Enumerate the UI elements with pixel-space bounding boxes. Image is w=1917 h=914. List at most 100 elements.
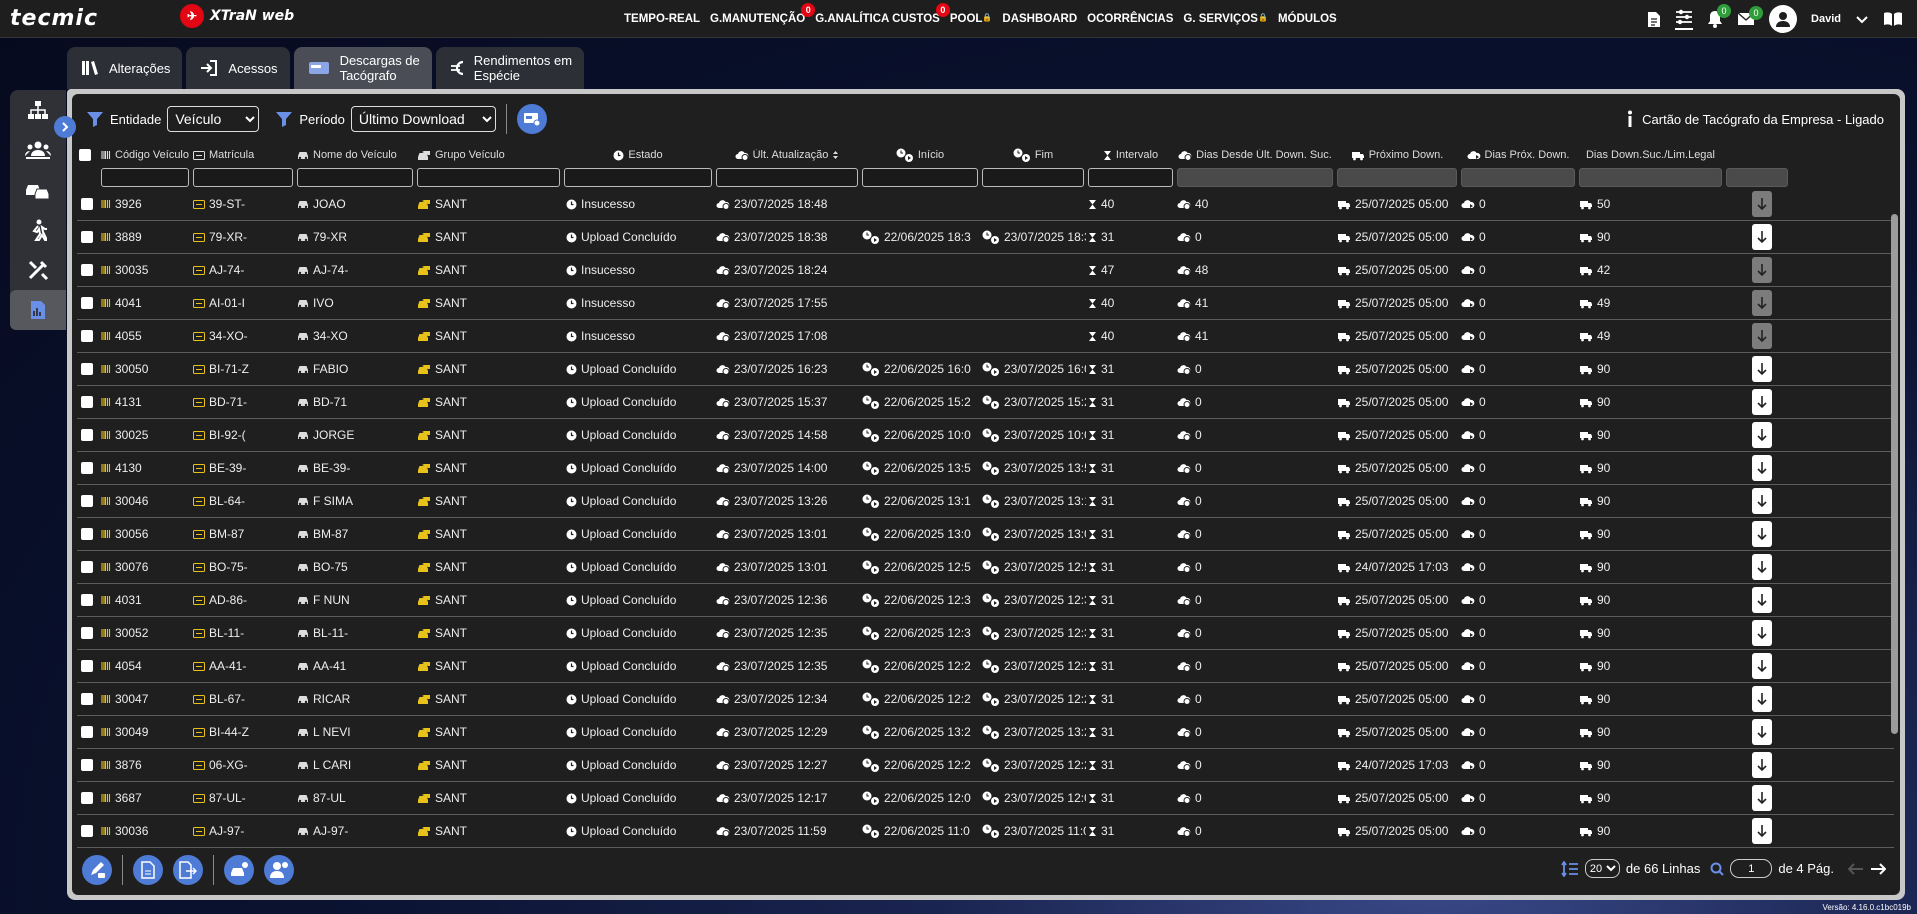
- checkbox[interactable]: [79, 149, 91, 161]
- table-row[interactable]: 30035 AJ-74- AJ-74- SANT Insucesso 23/07/2025…: [77, 254, 1894, 287]
- row-checkbox[interactable]: [81, 231, 93, 243]
- table-row[interactable]: 30047 BL-67- RICAR SANT Upload Concluído 23/0…: [77, 683, 1894, 716]
- nav-g-servi-os[interactable]: G. SERVIÇOS🔒: [1183, 13, 1268, 25]
- user-avatar[interactable]: [1769, 5, 1798, 33]
- table-row[interactable]: 30046 BL-64- F SIMA SANT Upload Concluído 23/…: [77, 485, 1894, 518]
- row-checkbox[interactable]: [81, 429, 93, 441]
- table-row[interactable]: 4130 BE-39- BE-39- SANT Upload Concluído 23/0…: [77, 452, 1894, 485]
- row-checkbox[interactable]: [81, 561, 93, 573]
- row-checkbox[interactable]: [81, 528, 93, 540]
- column-filter-input[interactable]: [1088, 167, 1173, 187]
- period-select[interactable]: Último Download: [350, 106, 496, 132]
- collapse-sidebar-button[interactable]: [54, 116, 76, 138]
- sidebar-item-vehicles[interactable]: [10, 170, 66, 210]
- row-checkbox[interactable]: [81, 198, 93, 210]
- table-row[interactable]: 4041 AI-01-I IVO SANT Insucesso 23/07/2025 17…: [77, 287, 1894, 320]
- sidebar-item-tools[interactable]: [10, 250, 66, 290]
- row-checkbox[interactable]: [81, 627, 93, 639]
- rows-per-page-select[interactable]: 20: [1584, 859, 1620, 878]
- download-button[interactable]: [1752, 587, 1772, 613]
- table-row[interactable]: 30050 BI-71-Z FABIO SANT Upload Concluído 23/…: [77, 353, 1894, 386]
- column-header[interactable]: Dias Down.Suc./Lim.Legal: [1577, 149, 1724, 161]
- driver-link-button[interactable]: [264, 855, 294, 885]
- table-row[interactable]: 30076 BO-75- BO-75 SANT Upload Concluído 23/0…: [77, 551, 1894, 584]
- table-row[interactable]: 30052 BL-11- BL-11- SANT Upload Concluído 23/…: [77, 617, 1894, 650]
- row-checkbox[interactable]: [81, 726, 93, 738]
- nav-m-dulos[interactable]: MÓDULOS: [1278, 13, 1337, 25]
- messages-mail-icon[interactable]: 0: [1737, 6, 1764, 26]
- download-button[interactable]: [1752, 554, 1772, 580]
- table-row[interactable]: 4031 AD-86- F NUN SANT Upload Concluído 23/07…: [77, 584, 1894, 617]
- row-checkbox[interactable]: [81, 330, 93, 342]
- table-scrollbar[interactable]: [1891, 214, 1898, 734]
- table-row[interactable]: 3876 06-XG- L CARI SANT Upload Concluído 23/0…: [77, 749, 1894, 782]
- column-header[interactable]: Início: [860, 148, 980, 162]
- column-filter-input[interactable]: [862, 167, 978, 187]
- download-button[interactable]: [1752, 356, 1772, 382]
- user-menu-chevron-icon[interactable]: [1855, 14, 1869, 24]
- column-header[interactable]: Matrícula: [191, 149, 295, 161]
- column-header[interactable]: Fim: [980, 148, 1086, 162]
- nav-ocorr-ncias[interactable]: OCORRÊNCIAS: [1087, 13, 1173, 25]
- column-filter-input[interactable]: [417, 167, 560, 187]
- nav-pool[interactable]: POOL🔒: [950, 13, 993, 25]
- row-checkbox[interactable]: [81, 297, 93, 309]
- table-row[interactable]: 30025 BI-92-(JORGE SANT Upload Concluído 23/…: [77, 419, 1894, 452]
- row-checkbox[interactable]: [81, 660, 93, 672]
- table-row[interactable]: 4131 BD-71- BD-71 SANT Upload Concluído 23/07…: [77, 386, 1894, 419]
- download-button[interactable]: [1752, 719, 1772, 745]
- row-checkbox[interactable]: [81, 825, 93, 837]
- tab-tachograph-downloads[interactable]: Descargas de Tacógrafo: [293, 47, 432, 89]
- vehicle-link-button[interactable]: [224, 855, 254, 885]
- download-button[interactable]: [1752, 455, 1772, 481]
- row-checkbox[interactable]: [81, 792, 93, 804]
- column-filter-input[interactable]: [297, 167, 413, 187]
- tab-changes[interactable]: Alterações: [67, 47, 183, 89]
- column-header[interactable]: Estado: [562, 149, 714, 161]
- download-button[interactable]: [1752, 422, 1772, 448]
- download-button[interactable]: [1752, 818, 1772, 844]
- download-button[interactable]: [1752, 653, 1772, 679]
- table-row[interactable]: 30056 BM-87 BM-87 SANT Upload Concluído 23/07…: [77, 518, 1894, 551]
- sidebar-item-person-walking[interactable]: [10, 210, 66, 250]
- tachograph-card-button[interactable]: [516, 104, 547, 134]
- download-button[interactable]: [1752, 224, 1772, 250]
- select-all-checkbox[interactable]: [77, 149, 99, 161]
- download-button[interactable]: [1752, 488, 1772, 514]
- nav-g-manuten-o[interactable]: G.MANUTENÇÃO 0: [710, 3, 816, 25]
- column-header[interactable]: Nome do Veículo: [295, 149, 415, 161]
- table-row[interactable]: 3926 39-ST- JOAO SANT Insucesso 23/07/2025 18…: [77, 188, 1894, 221]
- previous-page-arrow-icon[interactable]: [1848, 862, 1864, 875]
- row-checkbox[interactable]: [81, 264, 93, 276]
- download-button[interactable]: [1752, 389, 1772, 415]
- nav-dashboard[interactable]: DASHBOARD: [1002, 13, 1077, 25]
- column-filter-input[interactable]: [982, 167, 1084, 187]
- nav-g-anal-tica-custos[interactable]: G.ANALÍTICA CUSTOS 0: [815, 3, 950, 25]
- row-checkbox[interactable]: [81, 462, 93, 474]
- nav-tempo-real[interactable]: TEMPO-REAL: [624, 13, 700, 25]
- table-row[interactable]: 30049 BI-44-Z L NEVI SANT Upload Concluído 23…: [77, 716, 1894, 749]
- table-row[interactable]: 4055 34-XO- 34-XO SANT Insucesso 23/07/2025 1…: [77, 320, 1894, 353]
- entity-select[interactable]: Veículo: [167, 106, 260, 132]
- sidebar-item-group[interactable]: [10, 130, 66, 170]
- user-name[interactable]: David: [1811, 13, 1841, 25]
- column-header[interactable]: Próximo Down.: [1335, 149, 1459, 161]
- row-checkbox[interactable]: [81, 495, 93, 507]
- column-header[interactable]: Intervalo: [1086, 149, 1175, 161]
- column-filter-input[interactable]: [564, 167, 712, 187]
- help-book-icon[interactable]: [1883, 11, 1903, 27]
- table-row[interactable]: 30036 AJ-97- AJ-97- SANT Upload Concluído 23/…: [77, 815, 1894, 848]
- notifications-bell-icon[interactable]: 0: [1707, 4, 1732, 28]
- column-header[interactable]: Grupo Veículo: [415, 149, 562, 161]
- column-filter-input[interactable]: [193, 167, 293, 187]
- document-icon[interactable]: [1647, 11, 1661, 28]
- settings-sliders-icon[interactable]: [1675, 9, 1694, 30]
- table-row[interactable]: 4054 AA-41- AA-41 SANT Upload Concluído 23/07…: [77, 650, 1894, 683]
- row-checkbox[interactable]: [81, 693, 93, 705]
- download-button[interactable]: [1752, 785, 1772, 811]
- column-header[interactable]: Código Veículo: [99, 149, 191, 161]
- tab-accesses[interactable]: Acessos: [186, 47, 290, 89]
- column-header[interactable]: Últ. Atualização: [714, 149, 860, 161]
- edit-button[interactable]: [82, 855, 112, 885]
- row-checkbox[interactable]: [81, 594, 93, 606]
